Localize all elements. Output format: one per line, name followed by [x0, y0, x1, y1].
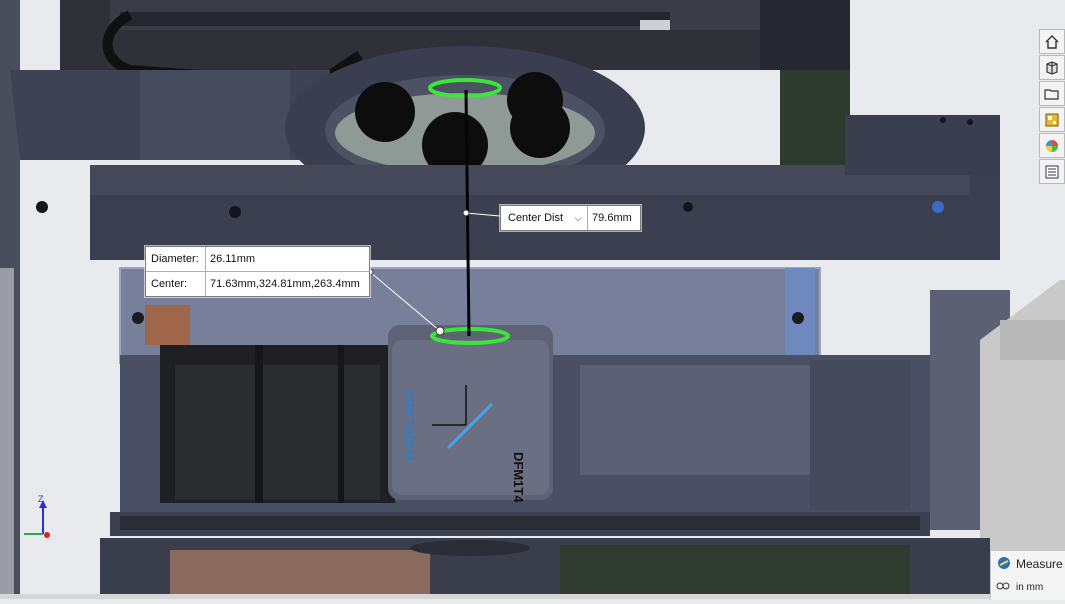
- parts-icon[interactable]: [1039, 55, 1065, 80]
- brand-print: THORLABS: [402, 389, 417, 462]
- diameter-value: 26.11mm: [210, 253, 256, 265]
- home-icon[interactable]: [1039, 29, 1065, 54]
- center-dist-label: Center Dist: [508, 212, 564, 224]
- task-pane-toolbar: [1039, 29, 1065, 184]
- center-distance-callout[interactable]: Center Dist ⌵ 79.6mm: [500, 205, 641, 231]
- status-bar: [0, 594, 990, 599]
- center-value: 71.63mm,324.81mm,263.4mm: [210, 278, 360, 290]
- center-row: Center: 71.63mm,324.81mm,263.4mm: [146, 271, 369, 296]
- center-dist-value: 79.6mm: [592, 212, 632, 224]
- diameter-label: Diameter:: [146, 247, 206, 271]
- units-label[interactable]: in mm: [1016, 582, 1043, 593]
- model-print: DFM1T4: [511, 452, 526, 503]
- file-explorer-icon[interactable]: [1039, 81, 1065, 106]
- triad-z-label: Z: [38, 494, 44, 504]
- circle-measure-callout[interactable]: Diameter: 26.11mm Center: 71.63mm,324.81…: [145, 246, 370, 297]
- appearances-icon[interactable]: [1039, 133, 1065, 158]
- chevron-down-icon[interactable]: ⌵: [569, 206, 589, 230]
- view-palette-icon[interactable]: [1039, 107, 1065, 132]
- cad-model-view[interactable]: THORLABS DFM1T4: [0, 0, 1065, 599]
- cad-graphics-area[interactable]: THORLABS DFM1T4 Center Dist ⌵ 79.6mm Dia…: [0, 0, 1065, 600]
- custom-properties-icon[interactable]: [1039, 159, 1065, 184]
- center-label: Center:: [146, 272, 206, 296]
- arc-circle-measure-icon[interactable]: [996, 580, 1010, 595]
- diameter-row: Diameter: 26.11mm: [146, 247, 369, 271]
- measure-icon: [996, 555, 1012, 574]
- measure-panel[interactable]: Measure in mm: [990, 550, 1065, 600]
- measure-title: Measure: [1016, 557, 1063, 571]
